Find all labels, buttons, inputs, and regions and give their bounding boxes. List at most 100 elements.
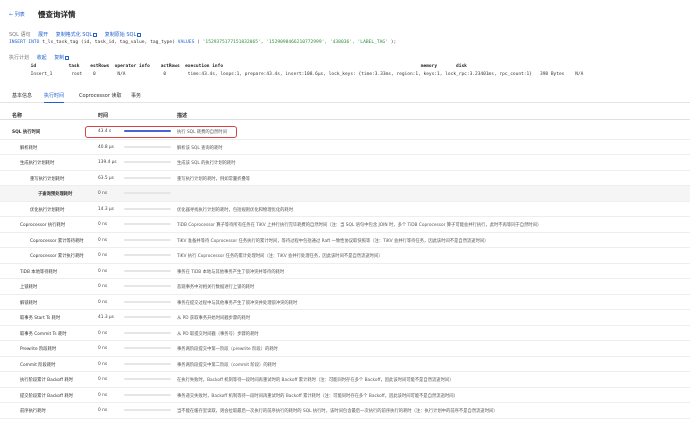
- tab-execution-time[interactable]: 执行时间: [44, 92, 65, 103]
- row-time: 0 ns: [98, 237, 108, 243]
- row-name: 取事务 Commit Ts 耗时: [20, 331, 67, 337]
- time-bar: [124, 269, 171, 272]
- page-title: 慢查询详情: [38, 10, 76, 19]
- row-name: 提交阶段累计 Backoff 耗时: [20, 393, 73, 399]
- row-description: 悲观事务中对相关行数据进行上锁的耗时: [177, 285, 255, 290]
- tab-basic-info[interactable]: 基本信息: [12, 92, 32, 99]
- row-description: 重写执行计划的耗时，例如常量折叠等: [177, 176, 251, 182]
- copy-icon: [137, 32, 142, 37]
- row-time: 0 ns: [98, 284, 108, 289]
- sql-text: INSERT INTO t_ls_task_tag (id, task_id, …: [9, 40, 396, 45]
- copy-plan-label: 复制: [54, 55, 65, 61]
- row-description: TiKV 准备并等待 Coprocessor 任务执行的累计时间，等待过程中包括…: [177, 238, 489, 244]
- row-description: 从 PD 获取事务开始时间戳步骤的耗时: [177, 316, 251, 321]
- row-time: 0 ns: [98, 299, 108, 305]
- time-bar: [124, 254, 171, 257]
- copy-original-label: 复制原始 SQL: [104, 32, 137, 38]
- row-description: 事务两阶段提交中第二阶段（commit 阶段）的耗时: [177, 362, 277, 368]
- row-name: Coprocessor 执行耗时: [20, 223, 66, 228]
- tab-transaction[interactable]: 事务: [131, 92, 141, 99]
- row-time: 0 ns: [98, 330, 108, 336]
- row-description: 事务递交失败时，Backoff 机制等待一段时间再重试时的 Backoff 累计…: [177, 393, 458, 399]
- row-time: 41.3 µs: [98, 315, 114, 320]
- row-description: 解析该 SQL 查询的耗时: [177, 145, 223, 151]
- time-bar: [124, 300, 171, 303]
- tab-coprocessor-read[interactable]: Coprocessor 读取: [79, 92, 121, 99]
- row-name: Coprocessor 累计等待耗时: [30, 238, 84, 244]
- row-name: 执行阶段累计 Backoff 耗时: [20, 378, 73, 383]
- expand-sql-button[interactable]: 展开: [38, 32, 48, 38]
- copy-icon: [93, 32, 98, 37]
- table-row: 子查询预处理耗时 0 ns: [0, 186, 690, 202]
- row-description: 当不能在缓存里读取，则会拉取最后一次执行的前序执行的耗时的 SQL 执行时，该时…: [177, 409, 498, 414]
- row-name: 前序执行耗时: [20, 409, 46, 414]
- table-row: Prewrite 阶段耗时 0 ns 事务两阶段提交中第一阶段（prewrite 阶…: [0, 341, 690, 357]
- copy-formatted-sql-button[interactable]: 复制格式化 SQL: [56, 32, 98, 38]
- row-name: 解锁耗时: [20, 300, 38, 306]
- row-name: TiDB 本地等待耗时: [20, 269, 58, 275]
- time-bar: [124, 347, 171, 350]
- time-bar: [124, 316, 171, 319]
- table-row: 执行阶段累计 Backoff 耗时 0 ns 在执行失败时，Backoff 机制等待…: [0, 372, 690, 388]
- sql-fragment: (: [194, 40, 203, 45]
- table-row: 提交阶段累计 Backoff 耗时 0 ns 事务递交失败时，Backoff 机制等…: [0, 388, 690, 403]
- copy-plan-button[interactable]: 复制: [54, 55, 70, 61]
- row-name: 优化执行计划耗时: [30, 207, 65, 213]
- time-bar: [124, 393, 171, 396]
- row-name: Prewrite 阶段耗时: [20, 347, 57, 352]
- copy-original-sql-button[interactable]: 复制原始 SQL: [105, 32, 142, 38]
- row-name: 上锁耗时: [20, 285, 38, 290]
- sql-keyword: INSERT INTO: [9, 40, 40, 45]
- sql-fragment: );: [387, 40, 397, 45]
- time-bar: [124, 161, 171, 164]
- time-bar: [124, 192, 171, 195]
- row-description: 在执行失败时，Backoff 机制等待一段时间再重试时的 Backoff 累计耗…: [177, 378, 454, 383]
- collapse-plan-button[interactable]: 收起: [37, 55, 47, 61]
- time-bar: [124, 285, 171, 288]
- row-name: SQL 执行时间: [12, 130, 41, 135]
- table-row: 上锁耗时 0 ns 悲观事务中对相关行数据进行上锁的耗时: [0, 279, 690, 295]
- row-name: 重写执行计划耗时: [30, 176, 65, 182]
- back-link[interactable]: ← 列表: [9, 11, 25, 18]
- copy-formatted-label: 复制格式化 SQL: [55, 32, 93, 38]
- column-header-name: 名称: [12, 113, 23, 119]
- row-name: Coprocessor 累计执行耗时: [30, 254, 84, 259]
- row-description: 从 PD 取提交时间戳（事务号）步骤的耗时: [177, 331, 259, 337]
- time-bar: [124, 207, 171, 210]
- row-time: 0 ns: [98, 377, 108, 382]
- row-time: 0 ns: [98, 346, 108, 351]
- row-name: 生成执行计划耗时: [20, 161, 55, 166]
- table-row: Coprocessor 执行耗时 0 ns TiDB Coprocessor 算子等…: [0, 217, 690, 233]
- sql-keyword: VALUES: [177, 40, 195, 45]
- row-name: 子查询预处理耗时: [38, 192, 73, 197]
- row-description: 生成该 SQL 的执行计划的耗时: [177, 161, 236, 166]
- row-time: 0 ns: [98, 268, 108, 274]
- row-description: 事务两阶段提交中第一阶段（prewrite 阶段）的耗时: [177, 347, 278, 352]
- time-bar: [124, 145, 171, 148]
- table-row: 取事务 Start Ts 耗时 41.3 µs 从 PD 获取事务开始时间戳步骤的耗…: [0, 310, 690, 326]
- sql-values: '1529375177151832065', '1529098466210772…: [202, 40, 388, 45]
- row-name: 取事务 Start Ts 耗时: [20, 316, 61, 321]
- row-description: 优化器寻找执行计划的耗时，包括规则优化和物理优化的耗时: [177, 207, 294, 213]
- table-row: 重写执行计划耗时 63.5 µs 重写执行计划的耗时，例如常量折叠等: [0, 171, 690, 186]
- table-row: Coprocessor 累计执行耗时 0 ns TiKV 执行 Coprocesso…: [0, 248, 690, 264]
- time-bar: [124, 176, 171, 179]
- time-bar: [124, 409, 171, 412]
- table-row: 取事务 Commit Ts 耗时 0 ns 从 PD 取提交时间戳（事务号）步骤的耗…: [0, 326, 690, 341]
- table-row: Commit 阶段耗时 0 ns 事务两阶段提交中第二阶段（commit 阶段）的耗…: [0, 357, 690, 372]
- table-row: 优化执行计划耗时 14.3 µs 优化器寻找执行计划的耗时，包括规则优化和物理优化的…: [0, 202, 690, 217]
- table-row: 前序执行耗时 0 ns 当不能在缓存里读取，则会拉取最后一次执行的前序执行的耗时的 …: [0, 403, 690, 419]
- row-description: 事务在 TiDB 本地与其他事务产生了锁冲突并等待的耗时: [177, 269, 285, 275]
- row-description: 事务在提交过程中与其他事务产生了锁冲突并处理锁冲突的耗时: [177, 300, 298, 306]
- row-time: 0 ns: [98, 253, 108, 258]
- row-time: 63.5 µs: [98, 175, 114, 181]
- sql-toolbar: SQL 语句 展开 复制格式化 SQL 复制原始 SQL: [9, 31, 142, 38]
- table-row: 生成执行计划耗时 139.4 µs 生成该 SQL 的执行计划的耗时: [0, 155, 690, 171]
- sql-label: SQL 语句: [9, 32, 31, 38]
- row-time: 0 ns: [98, 191, 108, 196]
- row-time: 14.3 µs: [98, 206, 114, 212]
- time-bar: [124, 362, 171, 365]
- highlight-box: [85, 126, 237, 138]
- column-header-time: 时间: [98, 113, 109, 119]
- row-name: 解析耗时: [20, 145, 38, 151]
